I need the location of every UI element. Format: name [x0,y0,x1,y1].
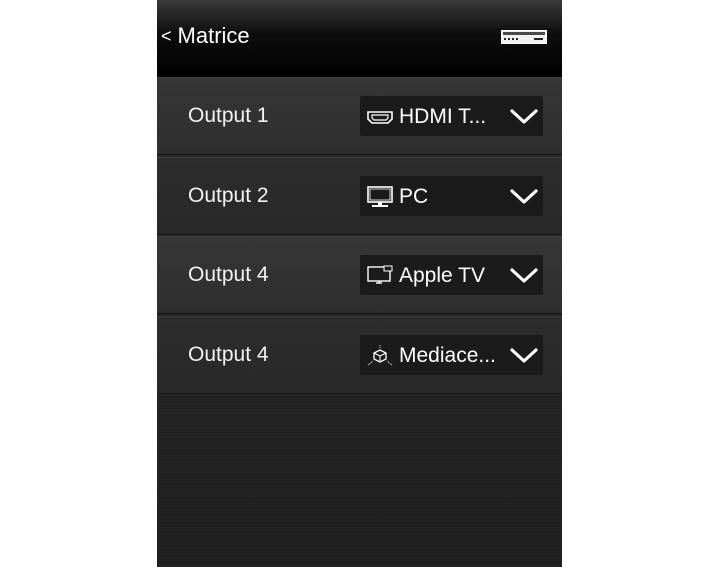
source-label: Mediace... [399,344,496,367]
source-dropdown-2[interactable]: PC [360,176,543,216]
source-dropdown-3[interactable]: Apple TV [360,255,543,295]
output-label: Output 4 [188,263,269,286]
output-label: Output 1 [188,104,269,127]
media-center-cube-icon [367,345,393,366]
hdmi-port-icon [367,111,393,124]
back-button-label: Matrice [177,23,250,48]
back-chevron-icon: < [161,25,172,46]
source-label: HDMI T... [399,105,487,128]
output-label: Output 2 [188,184,269,207]
output-label: Output 4 [188,343,269,366]
source-dropdown-1[interactable]: HDMI T... [360,96,543,136]
chevron-down-icon [510,189,538,204]
chevron-down-icon [510,268,538,283]
output-row-4: Output 4 Mediace... [157,316,562,394]
output-row-3: Output 4 Apple TV [157,236,562,314]
navigation-bar: < Matrice [157,0,562,77]
output-row-2: Output 2 PC [157,157,562,235]
apple-tv-icon [367,265,393,284]
matrix-screen: < Matrice Output 1 HDMI T... Output 2 PC… [157,0,562,567]
desktop-computer-icon [367,186,393,207]
source-dropdown-4[interactable]: Mediace... [360,335,543,375]
source-label: PC [399,185,429,208]
av-receiver-icon[interactable] [501,30,547,44]
source-label: Apple TV [399,264,485,287]
back-button[interactable]: < Matrice [161,22,250,50]
output-row-1: Output 1 HDMI T... [157,77,562,155]
chevron-down-icon [510,348,538,363]
chevron-down-icon [510,109,538,124]
